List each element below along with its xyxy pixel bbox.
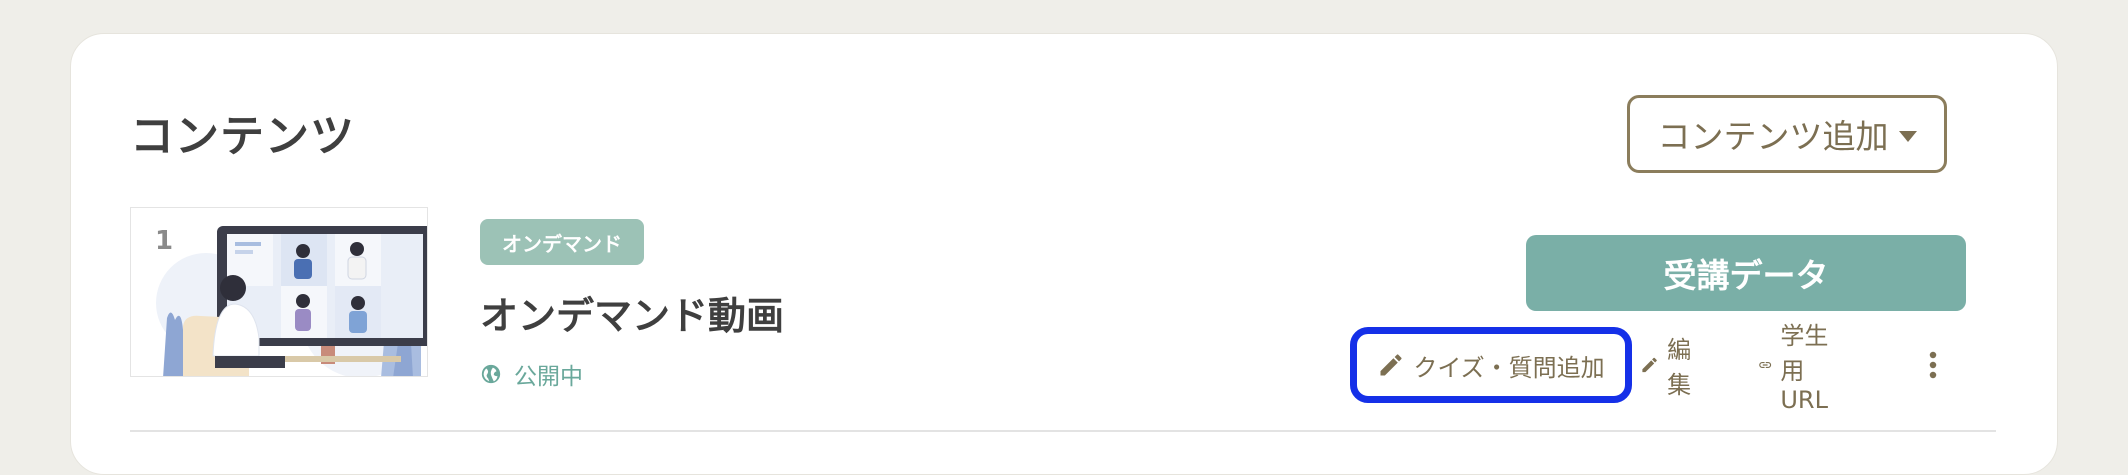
content-type-badge: オンデマンド	[480, 219, 644, 265]
more-options-button[interactable]	[1927, 327, 1939, 403]
add-content-label: コンテンツ追加	[1657, 117, 1889, 156]
pencil-icon	[1642, 357, 1657, 373]
more-vertical-icon	[1929, 351, 1937, 379]
student-url-button[interactable]: 学生用URL	[1758, 322, 1842, 414]
section-title: コンテンツ	[130, 111, 355, 162]
video-meeting-illustration	[156, 226, 427, 376]
edit-label: 編集	[1667, 336, 1692, 399]
edit-button[interactable]: 編集	[1640, 327, 1700, 403]
content-title[interactable]: オンデマンド動画	[480, 285, 784, 340]
content-divider	[130, 430, 1996, 432]
add-quiz-question-button[interactable]: クイズ・質問追加	[1350, 327, 1632, 403]
caret-down-icon	[1898, 130, 1917, 142]
pencil-icon	[1380, 354, 1402, 376]
content-index: 1	[155, 226, 174, 256]
content-thumbnail[interactable]: 1	[130, 207, 428, 377]
student-url-label: 学生用URL	[1780, 322, 1829, 414]
visibility-status: 公開中	[480, 357, 583, 391]
globe-icon	[481, 364, 501, 384]
add-content-button[interactable]: コンテンツ追加	[1627, 95, 1947, 173]
visibility-label: 公開中	[514, 364, 583, 390]
enrollment-data-button[interactable]: 受講データ	[1526, 235, 1966, 311]
link-icon	[1759, 362, 1772, 368]
add-quiz-question-label: クイズ・質問追加	[1413, 353, 1605, 382]
